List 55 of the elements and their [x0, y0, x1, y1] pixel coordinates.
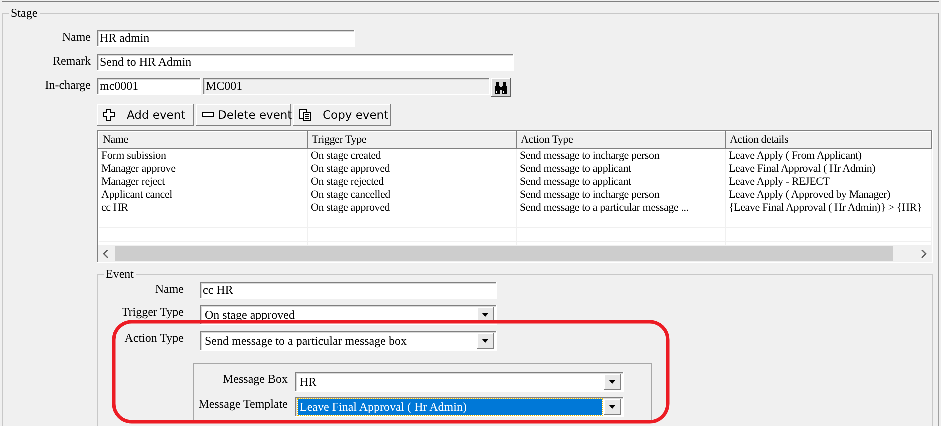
group-title: Stage	[10, 7, 39, 20]
table-cell: Leave Apply ( From Applicant)	[726, 148, 932, 162]
input-field[interactable]: cc HR	[200, 282, 497, 299]
table-cell: Manager approve	[98, 162, 308, 175]
table-cell: Send message to applicant	[516, 162, 726, 175]
table-cell: On stage approved	[308, 162, 516, 175]
field-label: Name	[61, 30, 91, 45]
column-header[interactable]: Trigger Type	[308, 132, 516, 148]
group-title: Event	[105, 268, 135, 281]
horizontal-scrollbar[interactable]	[98, 245, 932, 262]
table-cell: Manager reject	[98, 175, 308, 188]
readonly-field: MC001	[203, 78, 490, 95]
field-label: Trigger Type	[120, 305, 184, 321]
table-cell: Send message to a particular message ...	[516, 201, 726, 214]
table-cell: Applicant cancel	[98, 188, 308, 201]
dropdown-field[interactable]: HR	[295, 372, 624, 392]
table-cell: On stage rejected	[308, 175, 516, 188]
search-button[interactable]	[491, 78, 511, 97]
column-header[interactable]: Action details	[726, 132, 932, 148]
table-cell: Send message to incharge person	[516, 148, 726, 162]
caret-icon	[609, 405, 616, 409]
toolbar-button[interactable]: Copy event	[293, 104, 391, 126]
scrollbar-thumb[interactable]	[115, 246, 893, 261]
binoculars-icon	[494, 80, 508, 94]
field-label: Name	[154, 282, 184, 298]
table-cell: Send message to incharge person	[516, 188, 726, 201]
field-label: Message Box	[222, 372, 288, 388]
copy-icon	[299, 109, 311, 121]
table-cell: Send message to applicant	[516, 175, 726, 188]
field-label: Remark	[52, 54, 91, 69]
table-cell: {Leave Final Approval ( Hr Admin)} > {HR}	[726, 201, 932, 214]
dropdown-field[interactable]: Send message to a particular message box	[200, 331, 497, 351]
caret-icon	[482, 339, 489, 343]
table-cell: cc HR	[98, 201, 308, 214]
table-cell: On stage created	[308, 148, 516, 162]
input-field[interactable]: HR admin	[97, 30, 355, 47]
toolbar-button[interactable]: Delete event	[196, 104, 291, 126]
toolbar-button[interactable]: Add event	[97, 104, 194, 126]
table-cell: On stage cancelled	[308, 188, 516, 201]
column-header[interactable]: Action Type	[516, 132, 726, 148]
column-header[interactable]: Name	[98, 132, 308, 148]
caret-icon	[609, 380, 616, 384]
table-cell: On stage approved	[308, 201, 516, 214]
field-label: Message Template	[198, 397, 288, 413]
plus-icon	[103, 109, 115, 121]
table-cell: Form subission	[98, 148, 308, 162]
input-field[interactable]: mc0001	[97, 78, 201, 95]
field-label: In-charge	[44, 78, 91, 93]
dropdown-field[interactable]: Leave Final Approval ( Hr Admin)	[295, 397, 624, 417]
table-cell: Leave Apply - REJECT	[726, 175, 932, 188]
input-field[interactable]: Send to HR Admin	[97, 54, 514, 71]
table-cell: Leave Apply ( Approved by Manager)	[726, 188, 932, 201]
table-cell: Leave Final Approval ( Hr Admin)	[726, 162, 932, 175]
caret-icon	[482, 313, 489, 317]
field-label: Action Type	[124, 331, 184, 347]
